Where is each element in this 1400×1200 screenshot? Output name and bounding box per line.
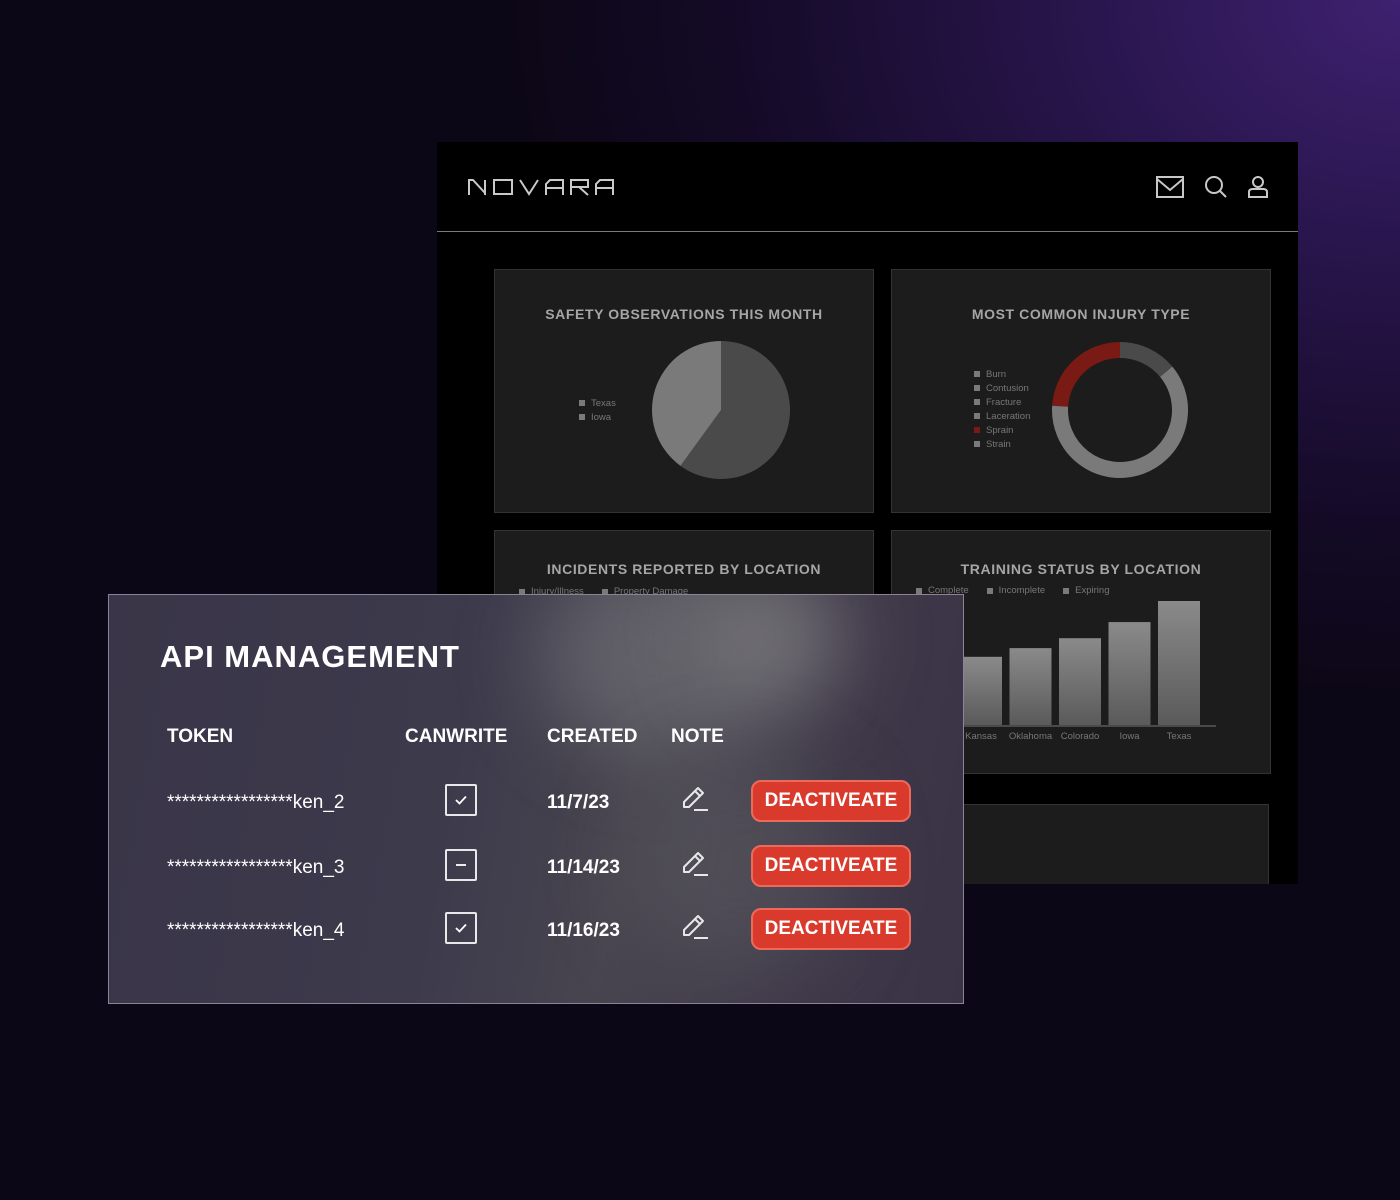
created-date: 11/16/23 xyxy=(547,920,620,941)
novara-logo[interactable] xyxy=(467,177,627,202)
legend-item: Burn xyxy=(974,367,1030,381)
canwrite-checkbox[interactable] xyxy=(445,784,477,816)
created-date: 11/7/23 xyxy=(547,792,610,813)
bar-kansas xyxy=(960,656,1002,725)
dashboard-header xyxy=(437,142,1298,232)
token-value: *****************ken_3 xyxy=(167,857,345,878)
created-date: 11/14/23 xyxy=(547,857,620,878)
legend-label: Fracture xyxy=(986,396,1022,408)
injury-type-panel: MOST COMMON INJURY TYPE Burn Contusion F… xyxy=(891,269,1271,513)
legend-label: Strain xyxy=(986,438,1011,450)
table-row: *****************ken_2 11/7/23 DEACTIVEA… xyxy=(109,780,963,824)
canwrite-checkbox[interactable] xyxy=(445,912,477,944)
x-tick-label: Texas xyxy=(1167,731,1192,742)
x-tick-label: Kansas xyxy=(965,731,997,742)
bar-texas xyxy=(1158,601,1200,725)
legend-label: Iowa xyxy=(591,411,612,423)
legend-item: Strain xyxy=(974,437,1030,451)
training-bar-chart: Kansas Oklahoma Colorado Iowa Texas xyxy=(952,601,1216,742)
pie-legend: Texas Iowa xyxy=(579,396,616,424)
bar-oklahoma xyxy=(1009,648,1052,725)
legend-item: Laceration xyxy=(974,409,1030,423)
novara-logo-mark xyxy=(468,179,614,196)
deactivate-button[interactable]: DEACTIVEATE xyxy=(751,780,911,822)
legend-label: Incomplete xyxy=(998,585,1046,596)
legend-item: Fracture xyxy=(974,395,1030,409)
legend-item: Contusion xyxy=(974,381,1030,395)
edit-note-icon[interactable] xyxy=(679,848,711,885)
user-icon[interactable] xyxy=(1247,175,1269,204)
legend-label: Burn xyxy=(986,368,1007,380)
donut-legend: Burn Contusion Fracture Laceration Sprai… xyxy=(974,367,1030,451)
panel-title: SAFETY OBSERVATIONS THIS MONTH xyxy=(545,306,823,322)
donut-segment-other xyxy=(1119,342,1173,378)
legend-item: Sprain xyxy=(974,423,1030,437)
checkmark-icon xyxy=(455,795,467,805)
legend-item: Texas xyxy=(579,396,616,410)
deactivate-button[interactable]: DEACTIVEATE xyxy=(751,845,911,887)
canwrite-checkbox[interactable] xyxy=(445,849,477,881)
column-header-token: TOKEN xyxy=(167,726,234,747)
column-header-canwrite: CANWRITE xyxy=(405,726,508,747)
api-management-card: API MANAGEMENT TOKEN CANWRITE CREATED NO… xyxy=(108,594,964,1004)
safety-observations-panel: SAFETY OBSERVATIONS THIS MONTH Texas Iow… xyxy=(494,269,874,513)
bar-colorado xyxy=(1059,638,1101,725)
glass-blur-highlight xyxy=(709,595,849,705)
edit-note-icon[interactable] xyxy=(679,911,711,948)
column-header-note: NOTE xyxy=(671,726,724,747)
legend-item: Expiring xyxy=(1063,585,1109,596)
legend-label: Laceration xyxy=(986,410,1031,422)
table-row: *****************ken_3 11/14/23 DEACTIVE… xyxy=(109,845,963,889)
panel-title: TRAINING STATUS BY LOCATION xyxy=(960,561,1202,577)
legend-item: Iowa xyxy=(579,410,616,424)
mail-icon[interactable] xyxy=(1156,175,1184,204)
x-tick-label: Iowa xyxy=(1119,731,1140,742)
legend-label: Expiring xyxy=(1075,585,1110,596)
injury-donut-chart xyxy=(1052,342,1188,478)
panel-title: INCIDENTS REPORTED BY LOCATION xyxy=(546,561,822,577)
x-tick-label: Colorado xyxy=(1061,731,1100,742)
deactivate-button[interactable]: DEACTIVEATE xyxy=(751,908,911,950)
column-header-created: CREATED xyxy=(547,726,638,747)
legend-label: Sprain xyxy=(986,424,1014,436)
checkmark-icon xyxy=(455,923,467,933)
edit-note-icon[interactable] xyxy=(679,783,711,820)
token-value: *****************ken_4 xyxy=(167,920,345,941)
table-row: *****************ken_4 11/16/23 DEACTIVE… xyxy=(109,908,963,952)
x-tick-label: Oklahoma xyxy=(1009,731,1053,742)
token-value: *****************ken_2 xyxy=(167,792,345,813)
donut-segment-strain xyxy=(1052,366,1188,478)
panel-title: MOST COMMON INJURY TYPE xyxy=(971,306,1191,322)
minus-icon xyxy=(456,864,466,866)
donut-segment-sprain xyxy=(1052,342,1121,408)
legend-item: Incomplete xyxy=(986,585,1046,596)
safety-pie-chart xyxy=(652,341,790,479)
page-title: API MANAGEMENT xyxy=(160,639,460,674)
bar-iowa xyxy=(1108,622,1151,725)
legend-label: Texas xyxy=(591,397,616,409)
legend-label: Contusion xyxy=(986,382,1029,394)
search-icon[interactable] xyxy=(1204,175,1228,204)
